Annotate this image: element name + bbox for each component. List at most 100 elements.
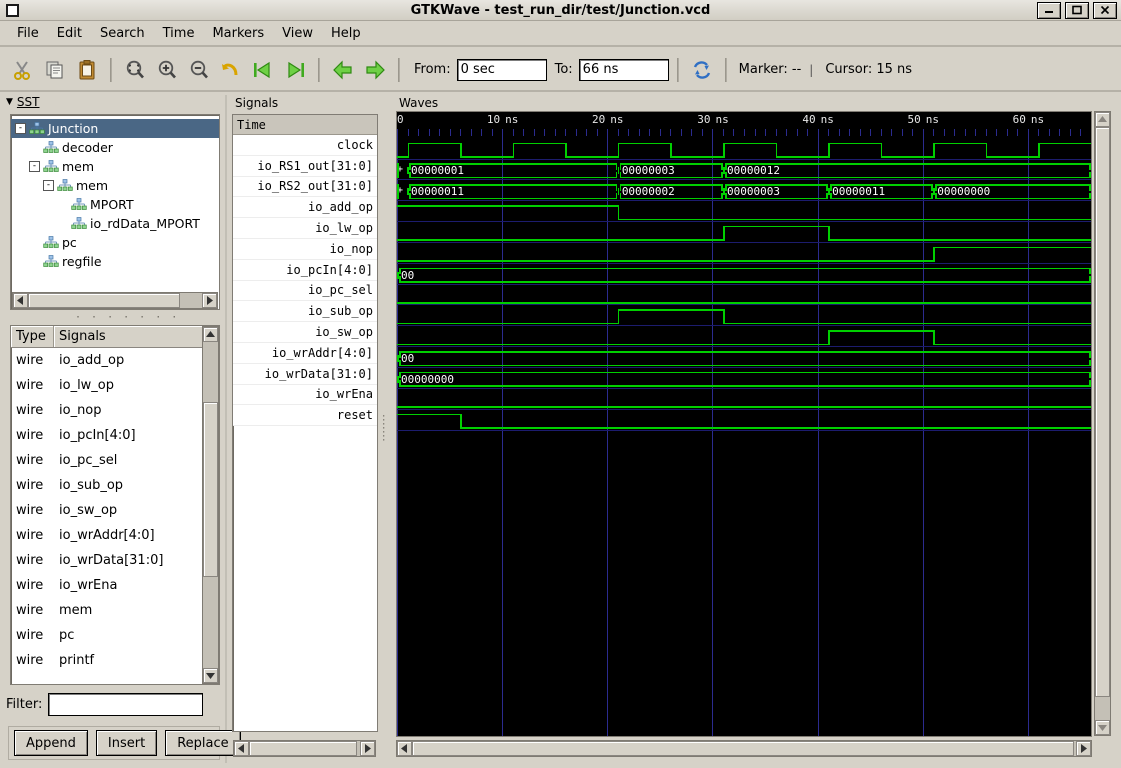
zoom-undo-icon[interactable]: [216, 55, 246, 85]
signal-names-hscrollbar[interactable]: [233, 740, 376, 757]
scroll-up-icon[interactable]: [203, 327, 218, 342]
signal-list-row[interactable]: wire io_add_op: [11, 348, 219, 373]
siglist-vscroll-thumb[interactable]: [203, 402, 218, 577]
replace-button[interactable]: Replace: [165, 730, 241, 756]
waves-vscroll-trough[interactable]: [1095, 127, 1110, 720]
append-button[interactable]: Append: [14, 730, 88, 756]
wave-signal-name[interactable]: io_sw_op: [233, 322, 377, 343]
signames-hscroll-thumb[interactable]: [249, 741, 357, 756]
wave-signal-name[interactable]: io_wrAddr[4:0]: [233, 342, 377, 364]
scroll-right-icon[interactable]: [202, 293, 217, 308]
sst-tree-hscrollbar[interactable]: [12, 292, 218, 309]
menu-edit[interactable]: Edit: [48, 23, 91, 44]
wave-signal-name[interactable]: io_add_op: [233, 197, 377, 219]
wave-signal-name[interactable]: io_wrEna: [233, 384, 377, 406]
sst-hscroll-thumb[interactable]: [28, 293, 180, 308]
insert-button[interactable]: Insert: [95, 730, 158, 756]
signal-list[interactable]: Type Signals wire io_add_op wire io_lw_op wi…: [10, 325, 220, 685]
reload-icon[interactable]: [687, 55, 717, 85]
zoom-in-icon[interactable]: [152, 55, 182, 85]
wave-canvas[interactable]: +00000001 00000003 00000012 +00000011 000000…: [397, 129, 1091, 736]
signal-list-row[interactable]: wire pc: [11, 623, 219, 648]
copy-icon[interactable]: [40, 55, 70, 85]
to-input[interactable]: [578, 58, 669, 81]
scroll-left-icon[interactable]: [13, 293, 28, 308]
waves-vscroll-thumb[interactable]: [1095, 127, 1110, 697]
menu-file[interactable]: File: [8, 23, 48, 44]
menu-view[interactable]: View: [273, 23, 322, 44]
column-header-signals[interactable]: Signals: [54, 326, 219, 347]
tree-expander-icon[interactable]: -: [29, 161, 40, 172]
sst-hscroll-trough[interactable]: [28, 293, 202, 308]
sst-tree-item[interactable]: decoder: [11, 138, 219, 157]
scroll-down-icon[interactable]: [1095, 720, 1110, 735]
signal-list-row[interactable]: wire io_lw_op: [11, 373, 219, 398]
signal-names-panel[interactable]: Time clock io_RS1_out[31:0] io_RS2_out[31:…: [232, 114, 378, 732]
menu-time[interactable]: Time: [154, 23, 204, 44]
wave-signal-name[interactable]: io_sub_op: [233, 301, 377, 323]
tree-expander-icon[interactable]: -: [15, 123, 26, 134]
zoom-fit-icon[interactable]: [120, 55, 150, 85]
signal-list-row[interactable]: wire mem: [11, 598, 219, 623]
signal-list-vscrollbar[interactable]: [202, 326, 219, 684]
signal-list-row[interactable]: wire io_pcIn[4:0]: [11, 423, 219, 448]
wave-signal-name[interactable]: clock: [233, 135, 377, 156]
sst-tree[interactable]: - Junction decoder - mem - mem MPORT io_rdData_M…: [10, 114, 220, 310]
siglist-vscroll-trough[interactable]: [203, 342, 218, 668]
filter-input[interactable]: [48, 693, 204, 716]
sst-tree-item[interactable]: - mem: [11, 157, 219, 176]
prev-edge-icon[interactable]: [328, 55, 358, 85]
minimize-button[interactable]: [1037, 1, 1061, 19]
sst-tree-item[interactable]: regfile: [11, 252, 219, 271]
signal-list-row[interactable]: wire printf: [11, 648, 219, 673]
scroll-left-icon[interactable]: [234, 741, 249, 756]
scroll-right-icon[interactable]: [360, 741, 375, 756]
cut-icon[interactable]: [8, 55, 38, 85]
menu-help[interactable]: Help: [322, 23, 370, 44]
sst-tree-item[interactable]: - mem: [11, 176, 219, 195]
waves-hscrollbar[interactable]: [396, 740, 1092, 757]
wave-signal-name[interactable]: io_nop: [233, 238, 377, 260]
sst-tree-item[interactable]: io_rdData_MPORT: [11, 214, 219, 233]
wave-signal-name[interactable]: io_RS1_out[31:0]: [233, 155, 377, 177]
signal-list-row[interactable]: wire io_wrEna: [11, 573, 219, 598]
signal-list-row[interactable]: wire io_nop: [11, 398, 219, 423]
scroll-down-icon[interactable]: [203, 668, 218, 683]
signal-list-row[interactable]: wire io_sw_op: [11, 498, 219, 523]
sst-label[interactable]: ▼ SST: [6, 95, 40, 109]
chevron-down-icon[interactable]: ▼: [6, 97, 13, 107]
wave-signal-name[interactable]: io_lw_op: [233, 218, 377, 239]
time-column-header[interactable]: Time: [233, 115, 377, 135]
horizontal-splitter-handle[interactable]: · · · · · · ·: [75, 312, 179, 323]
goto-end-icon[interactable]: [280, 55, 310, 85]
signal-list-row[interactable]: wire io_wrData[31:0]: [11, 548, 219, 573]
scroll-up-icon[interactable]: [1095, 112, 1110, 127]
goto-start-icon[interactable]: [248, 55, 278, 85]
sst-tree-item[interactable]: MPORT: [11, 195, 219, 214]
signal-list-row[interactable]: wire io_pc_sel: [11, 448, 219, 473]
vertical-splitter-handle[interactable]: · · · · · · ·: [381, 413, 386, 446]
signames-hscroll-trough[interactable]: [249, 741, 360, 756]
from-input[interactable]: [456, 58, 547, 81]
wave-signal-name[interactable]: reset: [233, 405, 377, 427]
menu-markers[interactable]: Markers: [203, 23, 273, 44]
signal-list-row[interactable]: wire io_sub_op: [11, 473, 219, 498]
waves-panel[interactable]: 0 10 ns 20 ns 30 ns 40 ns 50 ns 60 ns +00000001 00000…: [396, 111, 1092, 737]
wave-signal-name[interactable]: io_RS2_out[31:0]: [233, 176, 377, 198]
signal-list-row[interactable]: wire io_wrAddr[4:0]: [11, 523, 219, 548]
column-header-type[interactable]: Type: [11, 326, 54, 347]
scroll-right-icon[interactable]: [1076, 741, 1091, 756]
sst-tree-item[interactable]: - Junction: [11, 119, 219, 138]
zoom-out-icon[interactable]: [184, 55, 214, 85]
maximize-button[interactable]: [1065, 1, 1089, 19]
scroll-left-icon[interactable]: [397, 741, 412, 756]
waves-hscroll-thumb[interactable]: [412, 741, 1074, 756]
waves-vscrollbar[interactable]: [1094, 111, 1111, 736]
tree-expander-icon[interactable]: -: [43, 180, 54, 191]
close-button[interactable]: [1093, 1, 1117, 19]
menu-search[interactable]: Search: [91, 23, 154, 44]
wave-signal-name[interactable]: io_pc_sel: [233, 280, 377, 302]
wave-signal-name[interactable]: io_pcIn[4:0]: [233, 259, 377, 281]
wave-signal-name[interactable]: io_wrData[31:0]: [233, 363, 377, 385]
waves-hscroll-trough[interactable]: [412, 741, 1076, 756]
